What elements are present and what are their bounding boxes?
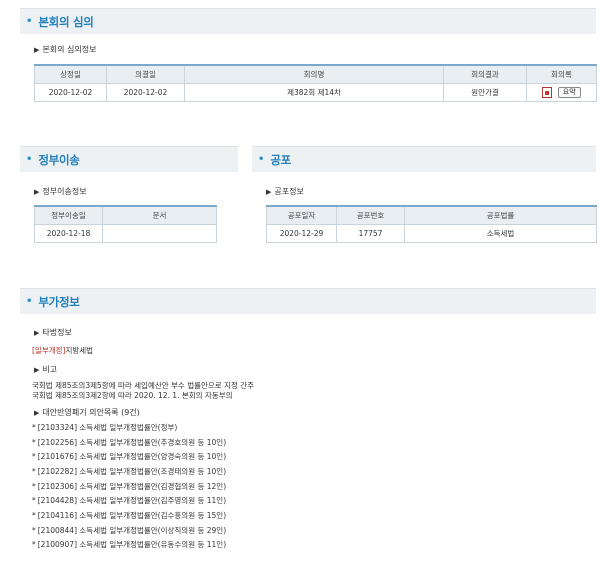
- list-item[interactable]: * [2102306] 소득세법 일부개정법률안(김경협의원 등 12인): [32, 479, 226, 494]
- govt-transfer-subtitle: ▶ 정부이송정보: [34, 187, 87, 196]
- table-header-row: 정부이송일 문서: [34, 205, 217, 225]
- other-law-line: [일부개정]지방세법: [32, 345, 93, 356]
- plenary-section-header: • 본회의 심의: [20, 8, 596, 34]
- govt-transfer-section-title: 정부이송: [38, 152, 80, 167]
- promulgation-date: 2020-12-29: [266, 223, 337, 243]
- triangle-right-icon: ▶: [34, 408, 40, 417]
- amendment-tag: [일부개정]: [32, 346, 66, 355]
- bullet-icon: •: [258, 154, 265, 165]
- col-header: 회의명: [184, 64, 444, 84]
- meeting-name: 제382회 제14차: [184, 82, 444, 102]
- list-item[interactable]: * [2100907] 소득세법 일부개정법률안(유동수의원 등 11인): [32, 538, 226, 553]
- other-law-title: ▶ 타법정보: [34, 328, 72, 337]
- list-item[interactable]: * [2104116] 소득세법 일부개정법률안(김수흥의원 등 15인): [32, 508, 226, 523]
- bullet-icon: •: [26, 16, 33, 27]
- list-item[interactable]: * [2100844] 소득세법 일부개정법률안(이상직의원 등 29인): [32, 523, 226, 538]
- bullet-icon: •: [26, 154, 33, 165]
- col-header: 공포법률: [404, 205, 597, 225]
- promulgation-subtitle: ▶ 공포정보: [266, 187, 304, 196]
- list-item[interactable]: * [2102256] 소득세법 일부개정법률안(추경호의원 등 10인): [32, 435, 226, 450]
- table-header-row: 상정일 의결일 회의명 회의결과 회의록: [34, 64, 597, 84]
- promulgation-law: 소득세법: [404, 223, 597, 243]
- col-header: 회의록: [526, 64, 597, 84]
- table-header-row: 공포일자 공포번호 공포법률: [266, 205, 597, 225]
- note-title: ▶ 비고: [34, 365, 58, 374]
- govt-transfer-section-header: • 정부이송: [20, 146, 238, 172]
- pdf-icon[interactable]: [542, 86, 553, 98]
- bullet-icon: •: [26, 296, 33, 307]
- promulgation-section-header: • 공포: [252, 146, 596, 172]
- govt-transfer-table: 정부이송일 문서 2020-12-18: [34, 205, 217, 243]
- triangle-right-icon: ▶: [34, 187, 40, 196]
- alt-bill-list: * [2103324] 소득세법 일부개정법률안(정부) * [2102256] 소…: [32, 420, 226, 552]
- triangle-right-icon: ▶: [266, 187, 272, 196]
- list-item[interactable]: * [2103324] 소득세법 일부개정법률안(정부): [32, 420, 226, 435]
- col-header: 상정일: [34, 64, 107, 84]
- col-header: 정부이송일: [34, 205, 103, 225]
- col-header: 공포번호: [336, 205, 405, 225]
- transfer-document: [102, 223, 217, 243]
- plenary-section-title: 본회의 심의: [38, 14, 94, 29]
- bill-detail-page: • 본회의 심의 ▶ 본회의 심의정보 상정일 의결일 회의명 회의결과 회의록…: [20, 0, 597, 576]
- additional-section-title: 부가정보: [38, 294, 80, 309]
- promulgation-table: 공포일자 공포번호 공포법률 2020-12-29 17757 소득세법: [266, 205, 597, 243]
- list-item[interactable]: * [2104428] 소득세법 일부개정법률안(김주영의원 등 11인): [32, 493, 226, 508]
- col-header: 공포일자: [266, 205, 337, 225]
- triangle-right-icon: ▶: [34, 45, 40, 54]
- col-header: 의결일: [106, 64, 185, 84]
- list-item[interactable]: * [2101676] 소득세법 일부개정법률안(양경숙의원 등 10인): [32, 449, 226, 464]
- transfer-date: 2020-12-18: [34, 223, 103, 243]
- promulgation-section-title: 공포: [270, 152, 291, 167]
- additional-section-header: • 부가정보: [20, 288, 596, 314]
- note-line-2: 국회법 제85조의3제2항에 따라 2020. 12. 1. 본회의 자동부의: [32, 391, 233, 400]
- table-row: 2020-12-18: [34, 223, 217, 243]
- minutes-cell: 요약: [526, 82, 597, 102]
- meeting-result: 원안가결: [443, 82, 527, 102]
- table-row: 2020-12-02 2020-12-02 제382회 제14차 원안가결 요약: [34, 82, 597, 102]
- col-header: 문서: [102, 205, 217, 225]
- promulgation-number: 17757: [336, 223, 405, 243]
- proposed-date: 2020-12-02: [34, 82, 107, 102]
- triangle-right-icon: ▶: [34, 365, 40, 374]
- plenary-table: 상정일 의결일 회의명 회의결과 회의록 2020-12-02 2020-12-…: [34, 64, 597, 102]
- table-row: 2020-12-29 17757 소득세법: [266, 223, 597, 243]
- other-law-link[interactable]: 지방세법: [65, 346, 93, 355]
- minutes-summary-button[interactable]: 요약: [557, 86, 581, 98]
- alt-bills-title: ▶ 대안반영폐기 의안목록 (9건): [34, 408, 140, 417]
- list-item[interactable]: * [2102282] 소득세법 일부개정법률안(조경태의원 등 10인): [32, 464, 226, 479]
- decided-date: 2020-12-02: [106, 82, 185, 102]
- col-header: 회의결과: [443, 64, 527, 84]
- triangle-right-icon: ▶: [34, 328, 40, 337]
- plenary-subtitle: ▶ 본회의 심의정보: [34, 45, 97, 54]
